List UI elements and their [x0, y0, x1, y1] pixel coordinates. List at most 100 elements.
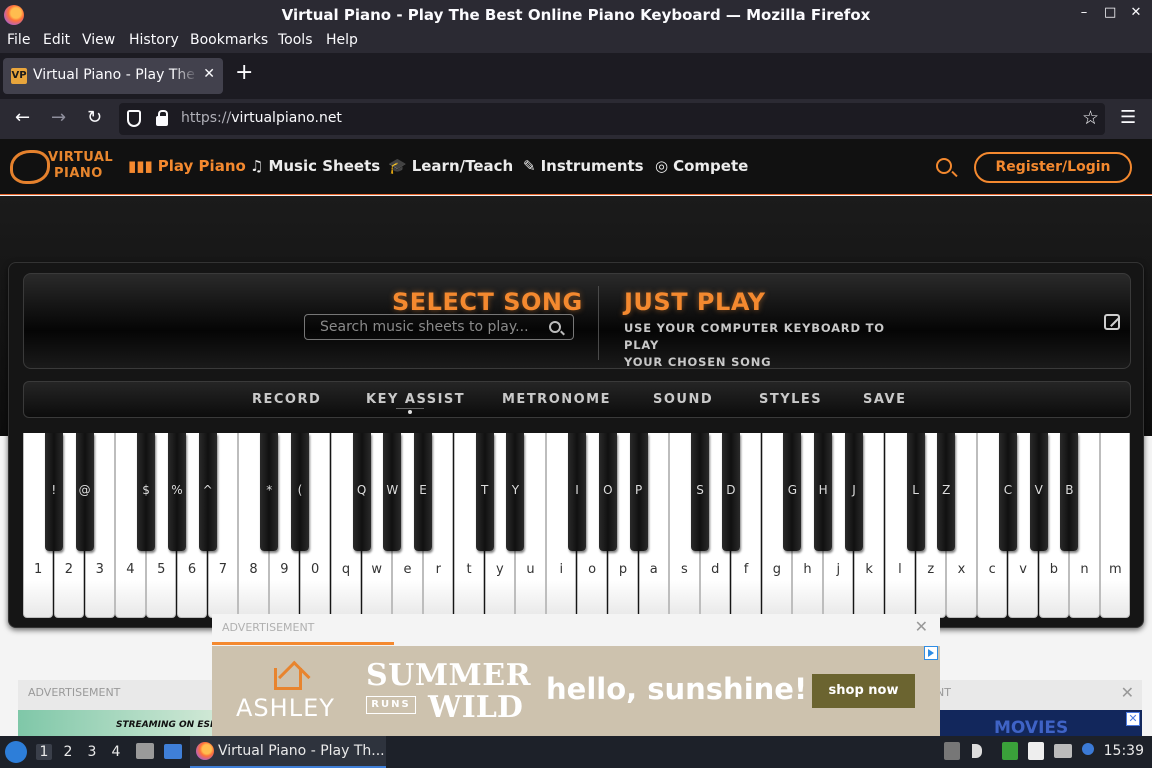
black-key[interactable]: Y [506, 433, 525, 551]
black-key[interactable]: D [721, 433, 740, 551]
key-label: p [618, 562, 628, 577]
metronome-button[interactable]: METRONOME [502, 392, 611, 407]
app-menu-button[interactable]: ☰ [1120, 108, 1136, 128]
lock-icon[interactable] [156, 110, 168, 126]
bookmark-star-icon[interactable]: ☆ [1082, 107, 1099, 129]
black-key[interactable]: W [383, 433, 402, 551]
ad-dismiss-icon[interactable]: ✕ [1126, 712, 1140, 726]
black-key[interactable]: O [598, 433, 617, 551]
url-text[interactable]: https://virtualpiano.net [181, 110, 342, 126]
workspace-1[interactable]: 1 [36, 744, 52, 760]
show-desktop-icon[interactable] [164, 744, 182, 759]
black-key[interactable]: ( [291, 433, 309, 551]
black-key[interactable]: V [1029, 433, 1048, 551]
record-button[interactable]: RECORD [252, 392, 321, 407]
maximize-button[interactable]: □ [1104, 5, 1116, 20]
menu-history[interactable]: History [129, 32, 179, 48]
key-assist-button[interactable]: KEY ASSIST [366, 392, 465, 407]
start-menu-icon[interactable] [5, 741, 27, 763]
tracking-protection-shield-icon[interactable] [127, 110, 141, 127]
key-label: n [1080, 562, 1089, 577]
update-icon[interactable] [1002, 742, 1018, 760]
workspace-3[interactable]: 3 [84, 744, 100, 760]
black-key[interactable]: B [1060, 433, 1079, 551]
ad-close-icon[interactable]: ✕ [1121, 683, 1134, 702]
key-label: 8 [249, 562, 258, 577]
key-label: g [772, 562, 781, 577]
file-manager-icon[interactable] [136, 743, 154, 759]
black-key[interactable]: J [845, 433, 863, 551]
black-key[interactable]: % [167, 433, 186, 551]
tab-virtual-piano[interactable]: VP Virtual Piano - Play The Best Online … [3, 58, 223, 94]
menu-help[interactable]: Help [326, 32, 358, 48]
search-icon[interactable] [936, 158, 952, 174]
black-key[interactable]: E [414, 433, 433, 551]
notes-icon[interactable] [1028, 742, 1044, 760]
ad-close-button[interactable]: ✕ [915, 617, 928, 636]
black-key[interactable]: ! [44, 433, 63, 551]
new-tab-button[interactable]: + [235, 62, 253, 84]
volume-icon[interactable] [972, 744, 982, 758]
menu-edit[interactable]: Edit [43, 32, 70, 48]
black-key[interactable]: G [783, 433, 802, 551]
black-key[interactable]: H [814, 433, 833, 551]
music-sheet-search-input[interactable]: Search music sheets to play... [304, 314, 574, 340]
workspace-4[interactable]: 4 [108, 744, 124, 760]
back-button[interactable]: ← [15, 108, 30, 128]
adchoices-icon[interactable] [924, 646, 938, 660]
black-key[interactable]: Z [937, 433, 956, 551]
url-bar[interactable]: https://virtualpiano.net ☆ [119, 103, 1105, 135]
display-icon[interactable] [1054, 744, 1072, 758]
virtual-piano-favicon-icon: VP [11, 68, 27, 84]
register-login-button[interactable]: Register/Login [974, 152, 1132, 183]
key-label: S [696, 483, 704, 497]
reload-button[interactable]: ↻ [87, 108, 102, 128]
black-key[interactable]: C [998, 433, 1017, 551]
nav-music-sheets[interactable]: ♫ Music Sheets [250, 157, 380, 175]
black-key[interactable]: P [629, 433, 648, 551]
advertisement-right[interactable]: NT ✕ MOVIES ✕ [936, 680, 1142, 736]
styles-button[interactable]: STYLES [759, 392, 822, 407]
nav-play-piano[interactable]: ▮▮▮ Play Piano [128, 157, 246, 175]
key-label: x [957, 562, 966, 577]
key-label: V [1034, 483, 1043, 497]
ashley-ad-creative[interactable]: ASHLEY SUMMER RUNS WILD hello, sunshine!… [212, 646, 940, 736]
ashley-house-logo-icon [274, 668, 302, 690]
forward-button[interactable]: → [51, 108, 66, 128]
key-label: e [403, 562, 412, 577]
search-icon[interactable] [549, 321, 561, 333]
nav-compete[interactable]: ◎ Compete [655, 157, 748, 175]
black-key[interactable]: * [260, 433, 279, 551]
menu-tools[interactable]: Tools [278, 32, 313, 48]
black-key[interactable]: Q [352, 433, 371, 551]
virtual-piano-logo[interactable]: VIRTUAL PIANO [10, 148, 113, 186]
edit-icon[interactable] [1104, 314, 1120, 330]
black-key[interactable]: T [475, 433, 494, 551]
advertisement-left[interactable]: ADVERTISEMENT STREAMING ON ESPN [18, 680, 224, 736]
tab-close-button[interactable]: ✕ [203, 66, 215, 82]
black-key[interactable]: $ [137, 433, 156, 551]
url-host: virtualpiano.net [231, 110, 342, 126]
white-key[interactable]: m [1100, 433, 1131, 618]
info-icon[interactable] [1082, 743, 1094, 755]
black-key[interactable]: L [906, 433, 925, 551]
black-key[interactable]: S [691, 433, 710, 551]
workspace-2[interactable]: 2 [60, 744, 76, 760]
taskbar-firefox-window[interactable]: Virtual Piano - Play Th... [190, 736, 386, 768]
clipboard-icon[interactable] [944, 742, 960, 760]
black-key[interactable]: @ [75, 433, 94, 551]
key-label: k [865, 562, 873, 577]
save-button[interactable]: SAVE [863, 392, 906, 407]
select-song-heading: SELECT SONG [392, 288, 583, 316]
sound-button[interactable]: SOUND [653, 392, 713, 407]
black-key[interactable]: I [568, 433, 586, 551]
nav-learn-teach[interactable]: 🎓 Learn/Teach [388, 157, 513, 175]
black-key[interactable]: ^ [198, 433, 217, 551]
close-window-button[interactable]: ✕ [1130, 5, 1142, 20]
minimize-button[interactable]: – [1078, 5, 1090, 20]
shop-now-button[interactable]: shop now [812, 674, 915, 708]
nav-instruments[interactable]: ✎ Instruments [523, 157, 644, 175]
menu-file[interactable]: File [7, 32, 30, 48]
menu-bookmarks[interactable]: Bookmarks [190, 32, 268, 48]
menu-view[interactable]: View [82, 32, 115, 48]
